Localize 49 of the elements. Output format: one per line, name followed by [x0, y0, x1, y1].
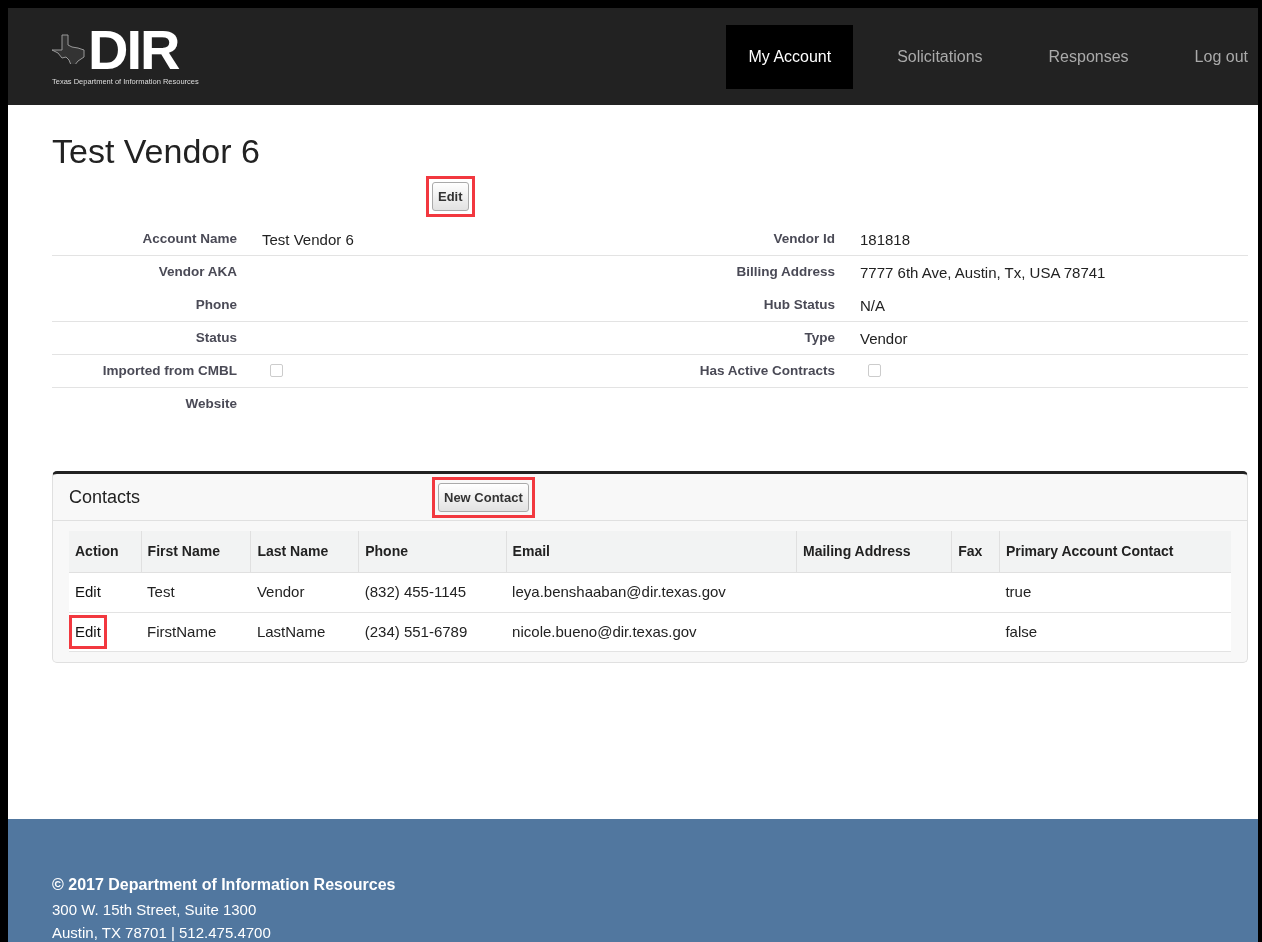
new-contact-button[interactable]: New Contact [438, 482, 529, 513]
logo-text: DIR [88, 25, 179, 74]
table-cell: (234) 551-6789 [364, 622, 468, 640]
edit-link[interactable]: Edit [75, 622, 101, 640]
field-value: Test Vendor 6 [262, 231, 354, 249]
contact-text: Austin, TX 78701 | 512.475.4700 [52, 923, 272, 942]
field-value: N/A [860, 297, 885, 315]
column-header: Action [69, 531, 142, 573]
field-value: 7777 6th Ave, Austin, Tx, USA 78741 [860, 264, 1106, 282]
column-header: Fax [951, 531, 1000, 573]
field-label: Vendor Id [773, 231, 835, 247]
copyright-text: © 2017 Department of Information Resources [52, 875, 397, 895]
texas-map-icon [52, 34, 86, 65]
field-label: Has Active Contracts [699, 363, 835, 379]
address-text: 300 W. 15th Street, Suite 1300 [52, 899, 258, 920]
column-header: Email [506, 531, 797, 573]
field-value: Vendor [860, 330, 908, 348]
table-cell: false [1005, 622, 1038, 640]
column-header: First Name [141, 531, 251, 573]
column-header: Primary Account Contact [999, 531, 1231, 573]
table-cell: LastName [256, 622, 326, 640]
page-title: Test Vendor 6 [52, 131, 261, 172]
table-cell: leya.benshaaban@dir.texas.gov [512, 583, 726, 601]
column-header: Phone [358, 531, 507, 573]
table-cell: Test [147, 583, 175, 601]
edit-link[interactable]: Edit [75, 583, 101, 601]
field-label: Website [185, 396, 237, 412]
table-cell: (832) 455-1145 [364, 583, 467, 601]
field-label: Account Name [142, 231, 237, 247]
field-label: Billing Address [736, 264, 835, 280]
edit-button[interactable]: Edit [432, 181, 469, 212]
nav-link[interactable]: My Account [726, 24, 854, 89]
field-label: Phone [195, 297, 237, 313]
column-header: Mailing Address [796, 531, 952, 573]
table-cell: true [1005, 583, 1032, 601]
field-value: 181818 [860, 231, 911, 249]
table-cell: FirstName [147, 622, 217, 640]
nav-link[interactable]: Log out [1172, 24, 1258, 89]
nav-link[interactable]: Responses [1026, 24, 1151, 89]
field-label: Vendor AKA [158, 264, 237, 280]
field-label: Imported from CMBL [102, 363, 237, 379]
nav-link[interactable]: Solicitations [875, 24, 1005, 89]
field-label: Type [804, 330, 835, 346]
panel-title: Contacts [69, 485, 142, 509]
field-label: Hub Status [763, 297, 835, 313]
table-cell: Vendor [256, 583, 305, 601]
column-header: Last Name [250, 531, 359, 573]
field-label: Status [195, 330, 237, 346]
table-cell: nicole.bueno@dir.texas.gov [512, 622, 697, 640]
